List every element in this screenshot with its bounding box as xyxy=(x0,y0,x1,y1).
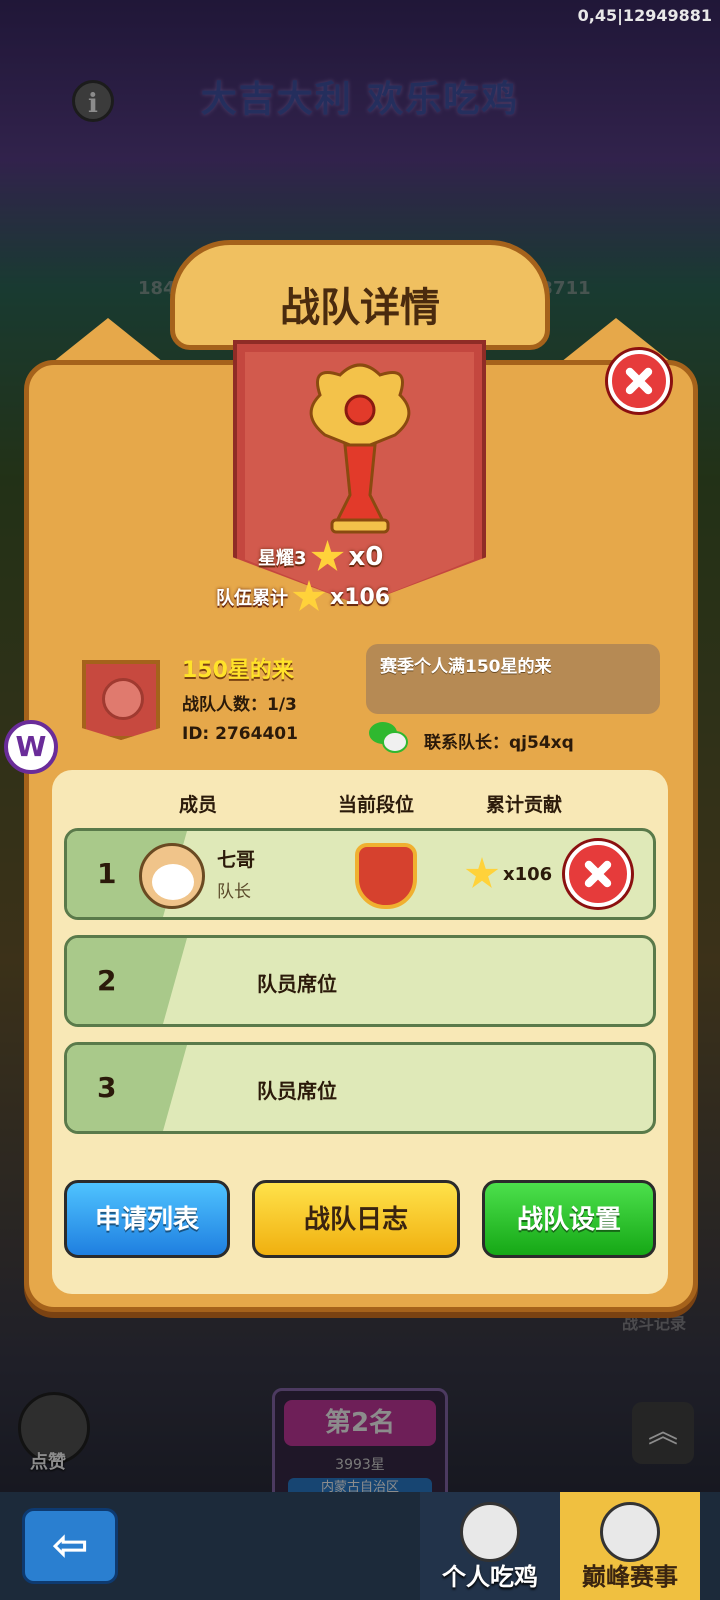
member-role: 队长 xyxy=(217,882,251,902)
empty-seat-label: 队员席位 xyxy=(257,972,337,996)
team-total-label: 队伍累计 xyxy=(216,588,288,609)
floating-w-logo-icon[interactable]: W xyxy=(4,720,58,774)
col-header-member: 成员 xyxy=(178,794,217,816)
avatar xyxy=(460,1502,520,1562)
team-badge-icon xyxy=(82,660,160,740)
star-glory-value: x0 xyxy=(348,542,384,572)
wechat-icon xyxy=(369,722,408,753)
row-index: 3 xyxy=(97,1071,117,1104)
back-arrow-icon[interactable]: ⇦ xyxy=(22,1508,118,1584)
team-total-value: x106 xyxy=(330,584,391,610)
star-icon xyxy=(311,540,344,571)
member-contribution: x106 xyxy=(461,857,552,891)
tab-peak-tournament[interactable]: 巅峰赛事 xyxy=(560,1492,700,1600)
member-row-1[interactable]: 1 七哥 队长 x106 xyxy=(64,828,656,920)
member-name: 七哥 xyxy=(217,849,256,871)
apply-list-button[interactable]: 申请列表 xyxy=(64,1180,230,1258)
avatar xyxy=(600,1502,660,1562)
row-index: 1 xyxy=(97,857,117,890)
avatar[interactable] xyxy=(139,843,205,909)
team-settings-button[interactable]: 战队设置 xyxy=(482,1180,656,1258)
team-name: 150星的来 xyxy=(182,658,294,683)
star-glory-row: 星耀3 x0 xyxy=(258,540,383,574)
dialog-title: 战队详情 xyxy=(280,285,440,331)
team-total-row: 队伍累计 x106 xyxy=(216,580,390,614)
debug-coords: 0,45|12949881 xyxy=(577,6,712,25)
team-log-button[interactable]: 战队日志 xyxy=(252,1180,460,1258)
dragon-trophy-icon xyxy=(309,363,411,534)
member-row-3[interactable]: 3 队员席位 xyxy=(64,1042,656,1134)
col-header-contribution: 累计贡献 xyxy=(485,794,562,816)
star-icon xyxy=(292,580,326,611)
col-header-rank: 当前段位 xyxy=(337,794,414,816)
team-member-count: 战队人数：1/3 xyxy=(182,695,297,715)
team-motto: 赛季个人满150星的来 xyxy=(366,644,660,714)
row-index: 2 xyxy=(97,964,117,997)
empty-seat-label: 队员席位 xyxy=(257,1079,337,1103)
captain-contact: 联系队长：qj54xq xyxy=(424,733,574,753)
close-button[interactable] xyxy=(608,350,670,412)
remove-member-button[interactable] xyxy=(565,841,631,907)
star-icon xyxy=(465,857,499,888)
rank-emblem-icon xyxy=(355,843,417,909)
member-row-2[interactable]: 2 队员席位 xyxy=(64,935,656,1027)
team-id: ID: 2764401 xyxy=(182,724,298,744)
star-glory-label: 星耀3 xyxy=(258,548,307,569)
tab-solo-chicken[interactable]: 个人吃鸡 xyxy=(420,1492,560,1600)
